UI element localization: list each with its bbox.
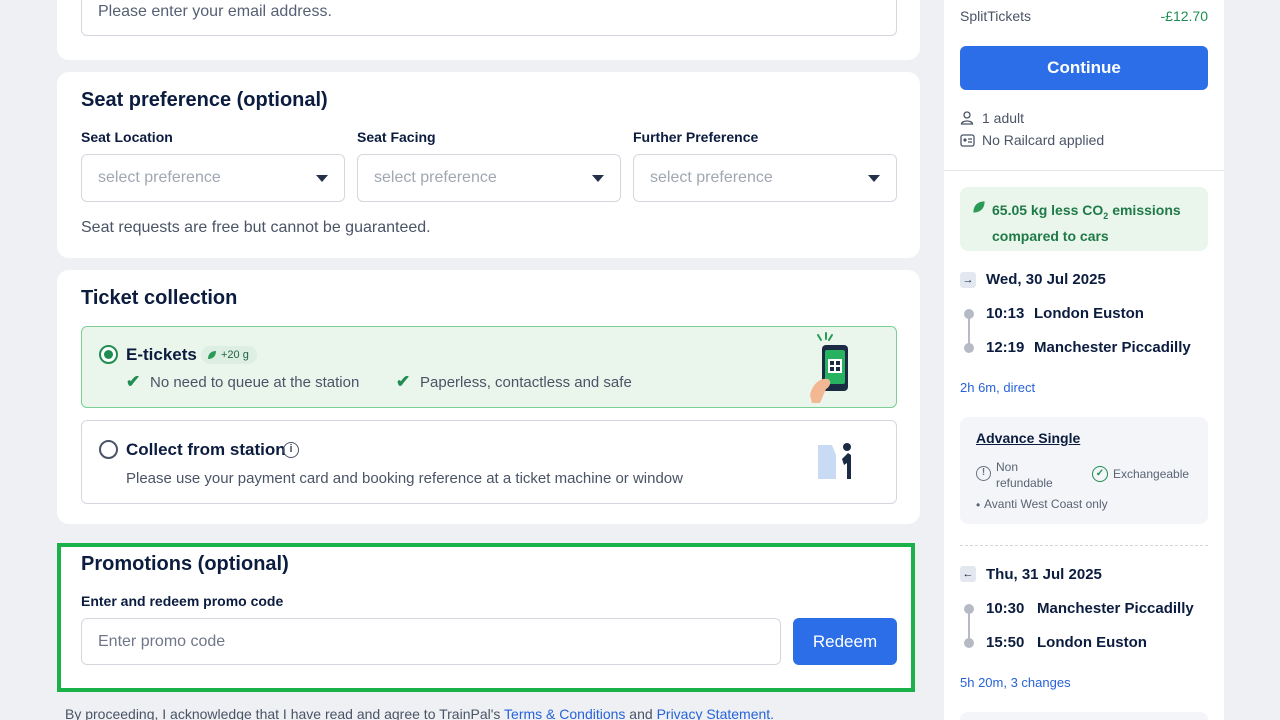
further-preference-label: Further Preference [633, 129, 759, 145]
leaf-icon [208, 351, 216, 359]
footer-prefix: By proceeding, I acknowledge that I have… [65, 706, 505, 720]
info-icon: ! [976, 466, 991, 481]
collect-station-radio[interactable] [99, 440, 118, 459]
seat-facing-select[interactable]: select preference [357, 154, 621, 202]
eticket-option[interactable]: E-tickets +20 g ✔ No need to queue at th… [81, 326, 897, 408]
return-arr-station: London Euston [1037, 634, 1147, 651]
email-placeholder: Please enter your email address. [98, 3, 332, 20]
eticket-benefit-2: Paperless, contactless and safe [420, 374, 632, 391]
outbound-arrow-icon: → [960, 272, 976, 288]
return-date: Thu, 31 Jul 2025 [986, 566, 1102, 583]
collect-station-label: Collect from station [126, 440, 286, 459]
co2-text: 65.05 kg less CO [992, 202, 1104, 218]
promotions-title: Promotions (optional) [81, 553, 289, 575]
outbound-arr-station: Manchester Piccadilly [1034, 339, 1191, 356]
continue-button[interactable]: Continue [960, 46, 1208, 90]
co2-badge: +20 g [201, 346, 257, 364]
split-tickets-label: SplitTickets [960, 8, 1032, 24]
journey-line [968, 318, 970, 344]
collect-station-option[interactable]: Collect from station i Please use your p… [81, 420, 897, 504]
check-icon: ✔ [396, 372, 411, 391]
return-dep-station: Manchester Piccadilly [1037, 600, 1194, 617]
redeem-button[interactable]: Redeem [793, 618, 897, 665]
chevron-down-icon [868, 174, 880, 182]
select-placeholder: select preference [650, 169, 773, 186]
outbound-date: Wed, 30 Jul 2025 [986, 271, 1106, 288]
outbound-duration-link[interactable]: 2h 6m, direct [960, 380, 1035, 395]
booking-summary-sidebar: SplitTickets -£12.70 Continue 1 adult No… [944, 0, 1224, 720]
check-icon: ✔ [126, 372, 141, 391]
fare-box: Advance Single ! Non refundable ✓ Exchan… [960, 417, 1208, 524]
leaf-icon [973, 201, 985, 213]
seat-preference-title: Seat preference (optional) [81, 89, 328, 111]
seat-note: Seat requests are free but cannot be gua… [81, 219, 431, 236]
refund-text: Non refundable [996, 460, 1053, 490]
chevron-down-icon [592, 174, 604, 182]
return-arrow-icon: ← [960, 566, 976, 582]
co2-text-end: emissions [1108, 202, 1181, 218]
badge-text: +20 g [221, 349, 249, 361]
ticket-machine-icon [818, 443, 851, 479]
redeem-label: Redeem [812, 631, 878, 651]
return-duration-link[interactable]: 5h 20m, 3 changes [960, 675, 1071, 690]
fare-name-link[interactable]: Advance Single [976, 430, 1080, 446]
further-preference-select[interactable]: select preference [633, 154, 897, 202]
operator-text: Avanti West Coast only [984, 497, 1108, 511]
co2-banner: 65.05 kg less CO2 emissions compared to … [960, 187, 1208, 251]
seat-location-label: Seat Location [81, 129, 173, 145]
seat-location-select[interactable]: select preference [81, 154, 345, 202]
promo-placeholder: Enter promo code [98, 632, 226, 650]
info-icon: i [283, 442, 299, 458]
terms-footer: By proceeding, I acknowledge that I have… [65, 706, 774, 720]
eticket-label: E-tickets [126, 345, 197, 364]
railcard-text: No Railcard applied [982, 132, 1105, 148]
passengers-text: 1 adult [982, 110, 1025, 126]
journey-dot [964, 638, 974, 648]
promo-code-input[interactable]: Enter promo code [81, 618, 781, 665]
continue-label: Continue [1047, 58, 1121, 77]
dashed-divider [960, 545, 1208, 546]
return-dep-time: 10:30 [986, 600, 1025, 617]
return-arr-time: 15:50 [986, 634, 1025, 651]
journey-dot [964, 343, 974, 353]
railcard-icon [960, 134, 975, 147]
privacy-link[interactable]: Privacy Statement. [657, 706, 775, 720]
seat-facing-label: Seat Facing [357, 129, 436, 145]
split-tickets-value: -£12.70 [1160, 8, 1208, 24]
terms-link[interactable]: Terms & Conditions [504, 706, 625, 720]
outbound-dep-time: 10:13 [986, 305, 1025, 322]
journey-line [968, 613, 970, 639]
select-placeholder: select preference [98, 169, 221, 186]
promo-code-label: Enter and redeem promo code [81, 593, 284, 609]
phone-ticket-icon [810, 332, 848, 403]
eticket-radio[interactable] [99, 345, 118, 364]
exchange-text: Exchangeable [1113, 467, 1190, 481]
collect-station-desc: Please use your payment card and booking… [126, 470, 683, 487]
check-circle-icon: ✓ [1092, 466, 1108, 482]
outbound-dep-station: London Euston [1034, 305, 1144, 322]
co2-text-2: compared to cars [992, 227, 1109, 244]
select-placeholder: select preference [374, 169, 497, 186]
email-field[interactable]: Please enter your email address. [81, 0, 897, 36]
bullet-dot: • [976, 498, 981, 512]
eticket-benefit-1: No need to queue at the station [150, 374, 360, 391]
ticket-collection-title: Ticket collection [81, 287, 238, 309]
footer-and: and [625, 706, 657, 720]
chevron-down-icon [316, 174, 328, 182]
divider [944, 170, 1224, 171]
outbound-arr-time: 12:19 [986, 339, 1025, 356]
next-fare-box [960, 712, 1208, 720]
person-icon [960, 111, 974, 125]
